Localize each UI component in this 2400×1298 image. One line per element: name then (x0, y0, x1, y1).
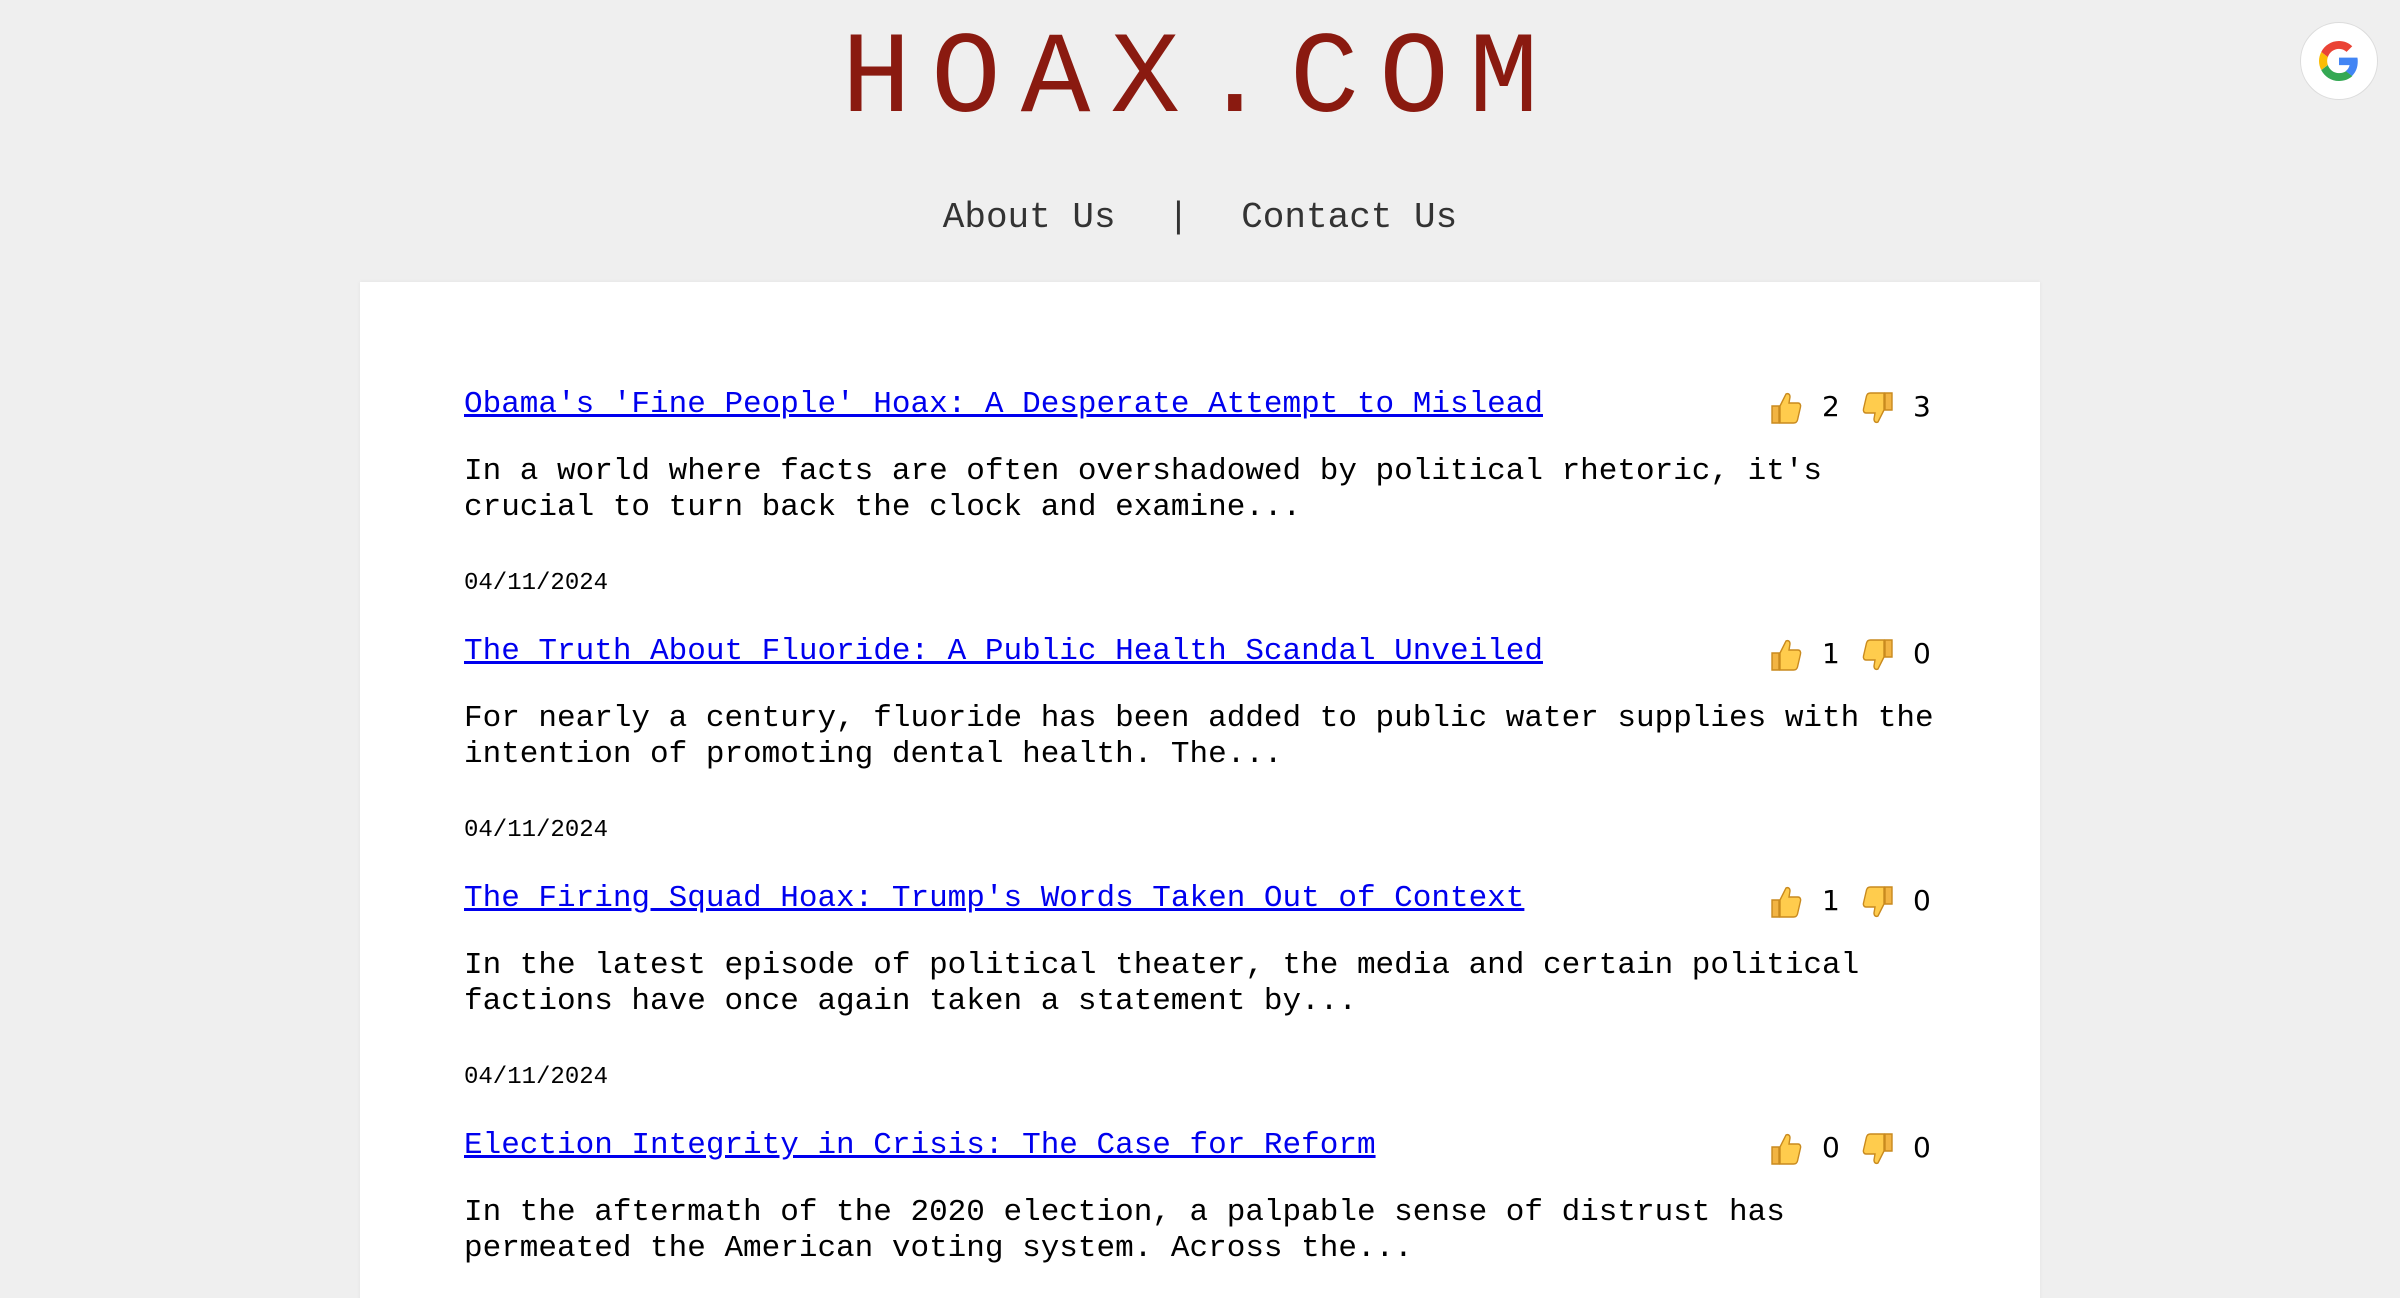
post-votes: 2 3 (1768, 382, 1940, 432)
post-date: 04/11/2024 (464, 570, 609, 597)
main-nav: About Us | Contact Us (0, 190, 2400, 246)
dislike-count: 0 (1913, 637, 1931, 670)
like-count: 1 (1822, 637, 1840, 670)
thumbs-down-icon[interactable] (1860, 884, 1896, 920)
like-count: 0 (1822, 1131, 1840, 1164)
post-date: 04/11/2024 (464, 1064, 609, 1091)
thumbs-up-icon[interactable] (1768, 390, 1804, 426)
google-g-icon (2319, 41, 2358, 81)
post-votes: 1 0 (1768, 629, 1940, 679)
post-excerpt: In the latest episode of political theat… (464, 948, 1860, 1019)
post-excerpt: For nearly a century, fluoride has been … (464, 701, 1934, 772)
dislike-count: 0 (1913, 884, 1931, 917)
thumbs-down-icon[interactable] (1860, 637, 1896, 673)
post-excerpt: In the aftermath of the 2020 election, a… (464, 1195, 1785, 1266)
post-title-link[interactable]: Election Integrity in Crisis: The Case f… (464, 1123, 1376, 1169)
dislike-count: 3 (1913, 390, 1931, 423)
site-title[interactable]: HOAX.COM (0, 14, 2400, 146)
thumbs-up-icon[interactable] (1768, 884, 1804, 920)
like-count: 1 (1822, 884, 1840, 917)
nav-about-link[interactable]: About Us (943, 197, 1116, 238)
thumbs-up-icon[interactable] (1768, 1131, 1804, 1167)
thumbs-down-icon[interactable] (1860, 1131, 1896, 1167)
thumbs-up-icon[interactable] (1768, 637, 1804, 673)
like-count: 2 (1822, 390, 1840, 423)
dislike-count: 0 (1913, 1131, 1931, 1164)
nav-contact-link[interactable]: Contact Us (1241, 197, 1457, 238)
post-list-card: Obama's 'Fine People' Hoax: A Desperate … (360, 282, 2040, 1298)
thumbs-down-icon[interactable] (1860, 390, 1896, 426)
nav-separator: | (1167, 197, 1190, 238)
post-votes: 0 0 (1768, 1123, 1940, 1173)
page: HOAX.COM About Us | Contact Us Obama's 'Fi… (0, 0, 2400, 1298)
post-title-link[interactable]: The Firing Squad Hoax: Trump's Words Tak… (464, 876, 1524, 922)
post-excerpt: In a world where facts are often oversha… (464, 454, 1823, 525)
post-title-link[interactable]: The Truth About Fluoride: A Public Healt… (464, 629, 1543, 675)
post-votes: 1 0 (1768, 876, 1940, 926)
post-title-link[interactable]: Obama's 'Fine People' Hoax: A Desperate … (464, 382, 1543, 428)
google-sign-in-button[interactable] (2300, 22, 2378, 100)
post-date: 04/11/2024 (464, 817, 609, 844)
